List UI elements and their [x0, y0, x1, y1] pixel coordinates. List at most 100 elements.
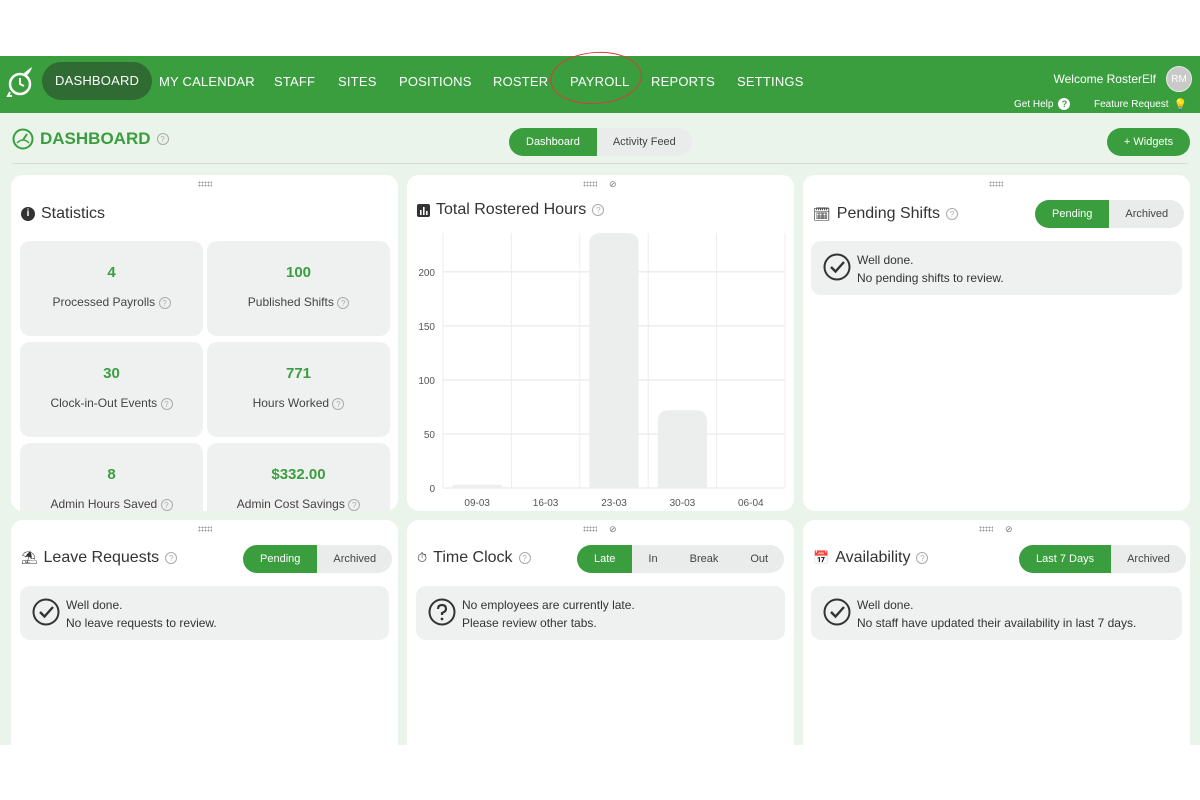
y-tick-label: 150	[418, 322, 435, 333]
help-icon[interactable]: ?	[158, 297, 171, 309]
statistics-title: Statistics	[41, 205, 106, 222]
lightbulb-icon: 💡	[1173, 99, 1188, 111]
tab-archived[interactable]: Archived	[317, 545, 392, 573]
stat-tile: 30 Clock-in-Out Events ?	[20, 342, 203, 437]
help-icon[interactable]: ?	[165, 552, 178, 564]
help-icon[interactable]: ?	[160, 499, 173, 511]
leave-requests-card: ⛱ Leave Requests ? Pending Archived Well…	[11, 520, 398, 760]
availability-tabs: Last 7 Days Archived	[1019, 545, 1186, 573]
stat-label: Published Shifts ?	[207, 295, 390, 309]
nav-positions[interactable]: POSITIONS	[399, 74, 472, 89]
y-tick-label: 100	[418, 376, 435, 387]
stat-tile: 100 Published Shifts ?	[207, 241, 390, 336]
eye-slash-icon[interactable]: ⊘	[609, 524, 617, 535]
drag-handle-icon[interactable]	[198, 181, 212, 187]
nav-settings[interactable]: SETTINGS	[737, 74, 804, 89]
chart-bar-base	[589, 476, 639, 488]
stat-tile: 771 Hours Worked ?	[207, 342, 390, 437]
get-help-link[interactable]: Get Help ?	[1014, 98, 1071, 110]
pending-shifts-title: Pending Shifts	[836, 205, 940, 222]
calendar-clock-icon: 🗓	[813, 205, 831, 222]
welcome-text: Welcome RosterElf	[1053, 72, 1156, 86]
help-icon[interactable]: ?	[156, 133, 169, 145]
chart-bar	[452, 484, 502, 488]
x-tick-label: 30-03	[670, 498, 696, 509]
stat-value: $332.00	[271, 466, 326, 483]
avatar[interactable]: RM	[1166, 66, 1192, 92]
check-circle-icon	[823, 598, 851, 626]
availability-card: ⊘ 📅 Availability ? Last 7 Days Archived …	[803, 520, 1190, 760]
rosterelf-logo-icon[interactable]	[6, 66, 34, 98]
top-nav: DASHBOARD MY CALENDAR STAFF SITES POSITI…	[0, 56, 1200, 113]
eye-slash-icon[interactable]: ⊘	[1005, 524, 1013, 535]
stat-value: 100	[285, 264, 312, 281]
stat-label: Admin Hours Saved ?	[20, 497, 203, 511]
help-icon[interactable]: ?	[348, 499, 361, 511]
tab-dashboard[interactable]: Dashboard	[509, 128, 597, 156]
tab-late[interactable]: Late	[577, 545, 633, 573]
drag-handle-icon[interactable]	[583, 526, 597, 532]
tab-archived[interactable]: Archived	[1109, 200, 1184, 228]
tab-pending[interactable]: Pending	[1035, 200, 1110, 228]
stat-label: Clock-in-Out Events ?	[20, 396, 203, 410]
leave-requests-message: Well done. No leave requests to review.	[20, 586, 389, 640]
pending-shifts-message: Well done. No pending shifts to review.	[811, 241, 1182, 295]
tab-out[interactable]: Out	[734, 545, 784, 573]
x-tick-label: 06-04	[738, 498, 764, 509]
message-text: Well done. No staff have updated their a…	[857, 598, 1137, 630]
nav-payroll[interactable]: PAYROLL	[570, 74, 629, 89]
leave-requests-tabs: Pending Archived	[243, 545, 393, 573]
calendar-icon: 📅	[813, 550, 830, 565]
availability-title: Availability	[835, 549, 911, 566]
tab-activity-feed[interactable]: Activity Feed	[597, 128, 692, 156]
stat-label: Hours Worked ?	[207, 396, 390, 410]
pending-shifts-header: 🗓 Pending Shifts ?	[813, 205, 958, 223]
leave-requests-header: ⛱ Leave Requests ?	[21, 549, 178, 567]
help-icon[interactable]: ?	[337, 297, 350, 309]
statistics-header: i Statistics	[21, 205, 105, 223]
drag-handle-icon[interactable]	[989, 181, 1003, 187]
stat-value: 30	[103, 365, 120, 382]
tab-break[interactable]: Break	[674, 545, 735, 573]
stat-label: Processed Payrolls ?	[20, 295, 203, 309]
help-icon[interactable]: ?	[916, 552, 929, 564]
header-divider	[12, 163, 1188, 164]
get-help-label: Get Help	[1014, 98, 1054, 110]
tab-in[interactable]: In	[632, 545, 673, 573]
add-widgets-button[interactable]: + Widgets	[1107, 128, 1190, 156]
nav-roster[interactable]: ROSTER	[493, 74, 548, 89]
nav-staff[interactable]: STAFF	[274, 74, 315, 89]
nav-sites[interactable]: SITES	[338, 74, 377, 89]
check-circle-icon	[32, 598, 60, 626]
stat-value: 4	[107, 264, 116, 281]
time-clock-card: ⊘ ⏱ Time Clock ? Late In Break Out No em…	[407, 520, 794, 760]
check-circle-icon	[823, 253, 851, 281]
statistics-card: i Statistics 4 Processed Payrolls ? 100 …	[11, 175, 398, 511]
message-text: Well done. No leave requests to review.	[66, 598, 217, 630]
dashboard-content: DASHBOARD ? Dashboard Activity Feed + Wi…	[0, 113, 1200, 760]
tab-archived[interactable]: Archived	[1111, 545, 1186, 573]
help-icon[interactable]: ?	[332, 398, 345, 410]
nav-dashboard[interactable]: DASHBOARD	[42, 62, 153, 100]
beach-icon: ⛱	[21, 550, 38, 565]
time-clock-title: Time Clock	[433, 549, 513, 566]
drag-handle-icon[interactable]	[198, 526, 212, 532]
y-tick-label: 200	[418, 268, 435, 279]
nav-my-calendar[interactable]: MY CALENDAR	[159, 74, 255, 89]
availability-message: Well done. No staff have updated their a…	[811, 586, 1182, 640]
help-icon[interactable]: ?	[518, 552, 531, 564]
drag-handle-icon[interactable]	[979, 526, 993, 532]
nav-reports[interactable]: REPORTS	[651, 74, 715, 89]
rostered-hours-card: ⊘ Total Rostered Hours ? 0 50 100 150 200 09-…	[407, 175, 794, 511]
feature-request-link[interactable]: Feature Request 💡	[1094, 98, 1187, 111]
help-icon[interactable]: ?	[945, 208, 958, 220]
info-icon: i	[21, 207, 35, 221]
help-icon[interactable]: ?	[160, 398, 173, 410]
stat-tile: 4 Processed Payrolls ?	[20, 241, 203, 336]
y-tick-label: 50	[424, 430, 436, 441]
time-clock-header: ⏱ Time Clock ?	[417, 549, 531, 567]
tab-pending[interactable]: Pending	[243, 545, 318, 573]
question-circle-icon	[428, 598, 456, 626]
tab-last-7-days[interactable]: Last 7 Days	[1019, 545, 1112, 573]
page-title: DASHBOARD	[40, 129, 151, 148]
